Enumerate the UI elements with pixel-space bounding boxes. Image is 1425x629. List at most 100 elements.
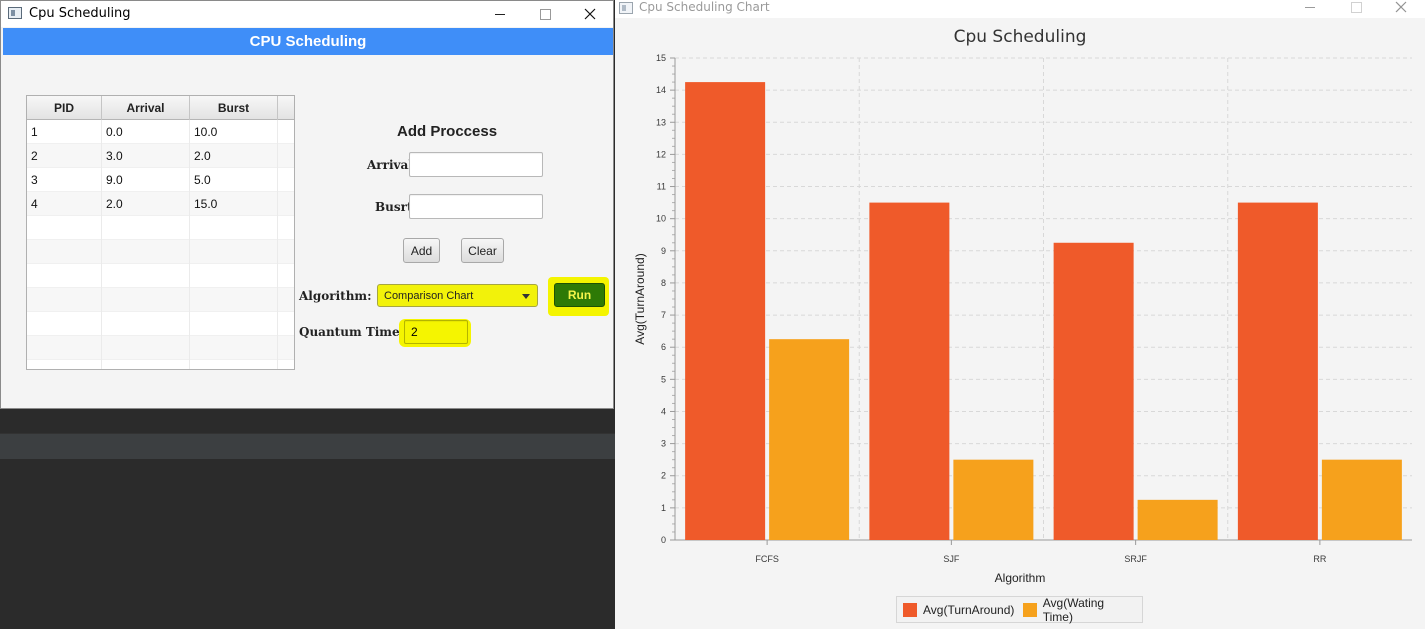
table-cell — [102, 264, 190, 288]
x-tick-label: SRJF — [1124, 554, 1147, 564]
table-cell: 2.0 — [102, 192, 190, 216]
arrival-input[interactable] — [409, 152, 543, 177]
y-axis-title: Avg(TurnAround) — [633, 253, 647, 344]
table-cell: 5.0 — [190, 168, 278, 192]
algorithm-label: Algorithm: — [299, 289, 372, 303]
y-tick-label: 4 — [661, 406, 666, 416]
y-tick-label: 5 — [661, 374, 666, 384]
table-cell — [27, 240, 102, 264]
process-table[interactable]: PID Arrival Burst 1 0.0 10.0 2 3.0 2.0 3 9.0 5.0… — [26, 95, 295, 370]
y-tick-label: 3 — [661, 439, 666, 449]
close-icon — [584, 8, 596, 20]
maximize-button[interactable] — [522, 1, 568, 27]
y-tick-label: 7 — [661, 310, 666, 320]
algorithm-select[interactable]: Comparison Chart — [377, 284, 538, 307]
clear-button[interactable]: Clear — [461, 238, 504, 263]
table-cell — [190, 216, 278, 240]
chart-title-bar[interactable]: Cpu Scheduling Chart — [615, 0, 1425, 18]
column-header-pid[interactable]: PID — [27, 96, 102, 120]
table-row[interactable]: 2 3.0 2.0 — [27, 144, 294, 168]
table-cell — [190, 360, 278, 369]
table-cell — [102, 240, 190, 264]
algorithm-selected-value: Comparison Chart — [384, 289, 474, 302]
y-tick-label: 12 — [656, 149, 666, 159]
table-row[interactable]: 3 9.0 5.0 — [27, 168, 294, 192]
add-button[interactable]: Add — [403, 238, 440, 263]
table-row-empty[interactable] — [27, 288, 294, 312]
legend-label: Avg(TurnAround) — [923, 602, 1015, 617]
table-cell — [27, 312, 102, 336]
table-cell: 9.0 — [102, 168, 190, 192]
legend-swatch — [903, 602, 917, 617]
table-row-empty[interactable] — [27, 336, 294, 360]
table-row[interactable]: 1 0.0 10.0 — [27, 120, 294, 144]
table-cell — [278, 144, 294, 168]
chart-window-title: Cpu Scheduling Chart — [639, 0, 770, 14]
table-cell — [278, 120, 294, 144]
legend-label: Avg(Wating Time) — [1042, 595, 1105, 624]
table-cell — [278, 168, 294, 192]
table-cell: 3.0 — [102, 144, 190, 168]
add-process-heading: Add Proccess — [397, 123, 498, 140]
legend-item-turnaround: Avg(TurnAround) — [903, 602, 1015, 617]
column-header-arrival[interactable]: Arrival — [102, 96, 190, 120]
burst-input[interactable] — [409, 194, 543, 219]
y-tick-label: 15 — [656, 53, 666, 63]
chart-legend: Avg(TurnAround) Avg(Wating Time) — [896, 595, 1143, 624]
table-cell — [190, 312, 278, 336]
table-cell — [27, 336, 102, 360]
title-bar[interactable]: Cpu Scheduling — [1, 1, 613, 27]
maximize-button[interactable] — [1333, 0, 1379, 14]
quantum-input[interactable]: 2 — [404, 320, 468, 344]
close-button[interactable] — [1378, 0, 1424, 14]
y-tick-label: 6 — [661, 342, 666, 352]
y-tick-label: 13 — [656, 117, 666, 127]
table-cell: 15.0 — [190, 192, 278, 216]
table-cell — [102, 288, 190, 312]
minimize-button[interactable] — [477, 1, 523, 27]
minimize-button[interactable] — [1287, 0, 1333, 14]
table-cell: 1 — [27, 120, 102, 144]
table-cell — [102, 216, 190, 240]
legend-swatch — [1023, 602, 1037, 617]
bar-turnaround-srjf — [1053, 242, 1134, 540]
bar-chart: Cpu Scheduling 0123456789101112131415FCF… — [633, 27, 1412, 585]
table-cell — [278, 216, 294, 240]
ide-status-bar — [0, 433, 615, 459]
bar-waiting-srjf — [1137, 499, 1218, 540]
bar-turnaround-sjf — [869, 202, 950, 540]
column-header-burst[interactable]: Burst — [190, 96, 278, 120]
run-button[interactable]: Run — [554, 283, 605, 307]
table-cell — [190, 240, 278, 264]
bar-waiting-sjf — [953, 459, 1034, 540]
window-title: Cpu Scheduling — [29, 6, 131, 21]
table-row[interactable]: 4 2.0 15.0 — [27, 192, 294, 216]
table-cell: 3 — [27, 168, 102, 192]
x-tick-label: SJF — [943, 554, 960, 564]
table-header: PID Arrival Burst — [27, 96, 294, 120]
chevron-down-icon — [522, 294, 530, 299]
x-tick-label: FCFS — [755, 554, 779, 564]
close-button[interactable] — [567, 1, 613, 27]
bar-turnaround-fcfs — [685, 82, 766, 540]
table-row-empty[interactable] — [27, 360, 294, 369]
chart-title: Cpu Scheduling — [954, 27, 1087, 47]
table-row-empty[interactable] — [27, 312, 294, 336]
y-tick-label: 0 — [661, 535, 666, 545]
table-cell — [102, 312, 190, 336]
table-cell: 2.0 — [190, 144, 278, 168]
quantum-label: Quantum Time: — [299, 325, 405, 339]
y-tick-label: 9 — [661, 246, 666, 256]
app-icon — [619, 2, 633, 14]
table-cell — [27, 360, 102, 369]
y-tick-label: 14 — [656, 85, 666, 95]
y-tick-label: 10 — [656, 214, 666, 224]
table-cell — [27, 264, 102, 288]
table-row-empty[interactable] — [27, 240, 294, 264]
table-cell — [102, 336, 190, 360]
table-cell — [278, 192, 294, 216]
table-row-empty[interactable] — [27, 216, 294, 240]
table-cell: 4 — [27, 192, 102, 216]
table-row-empty[interactable] — [27, 264, 294, 288]
table-cell — [190, 288, 278, 312]
